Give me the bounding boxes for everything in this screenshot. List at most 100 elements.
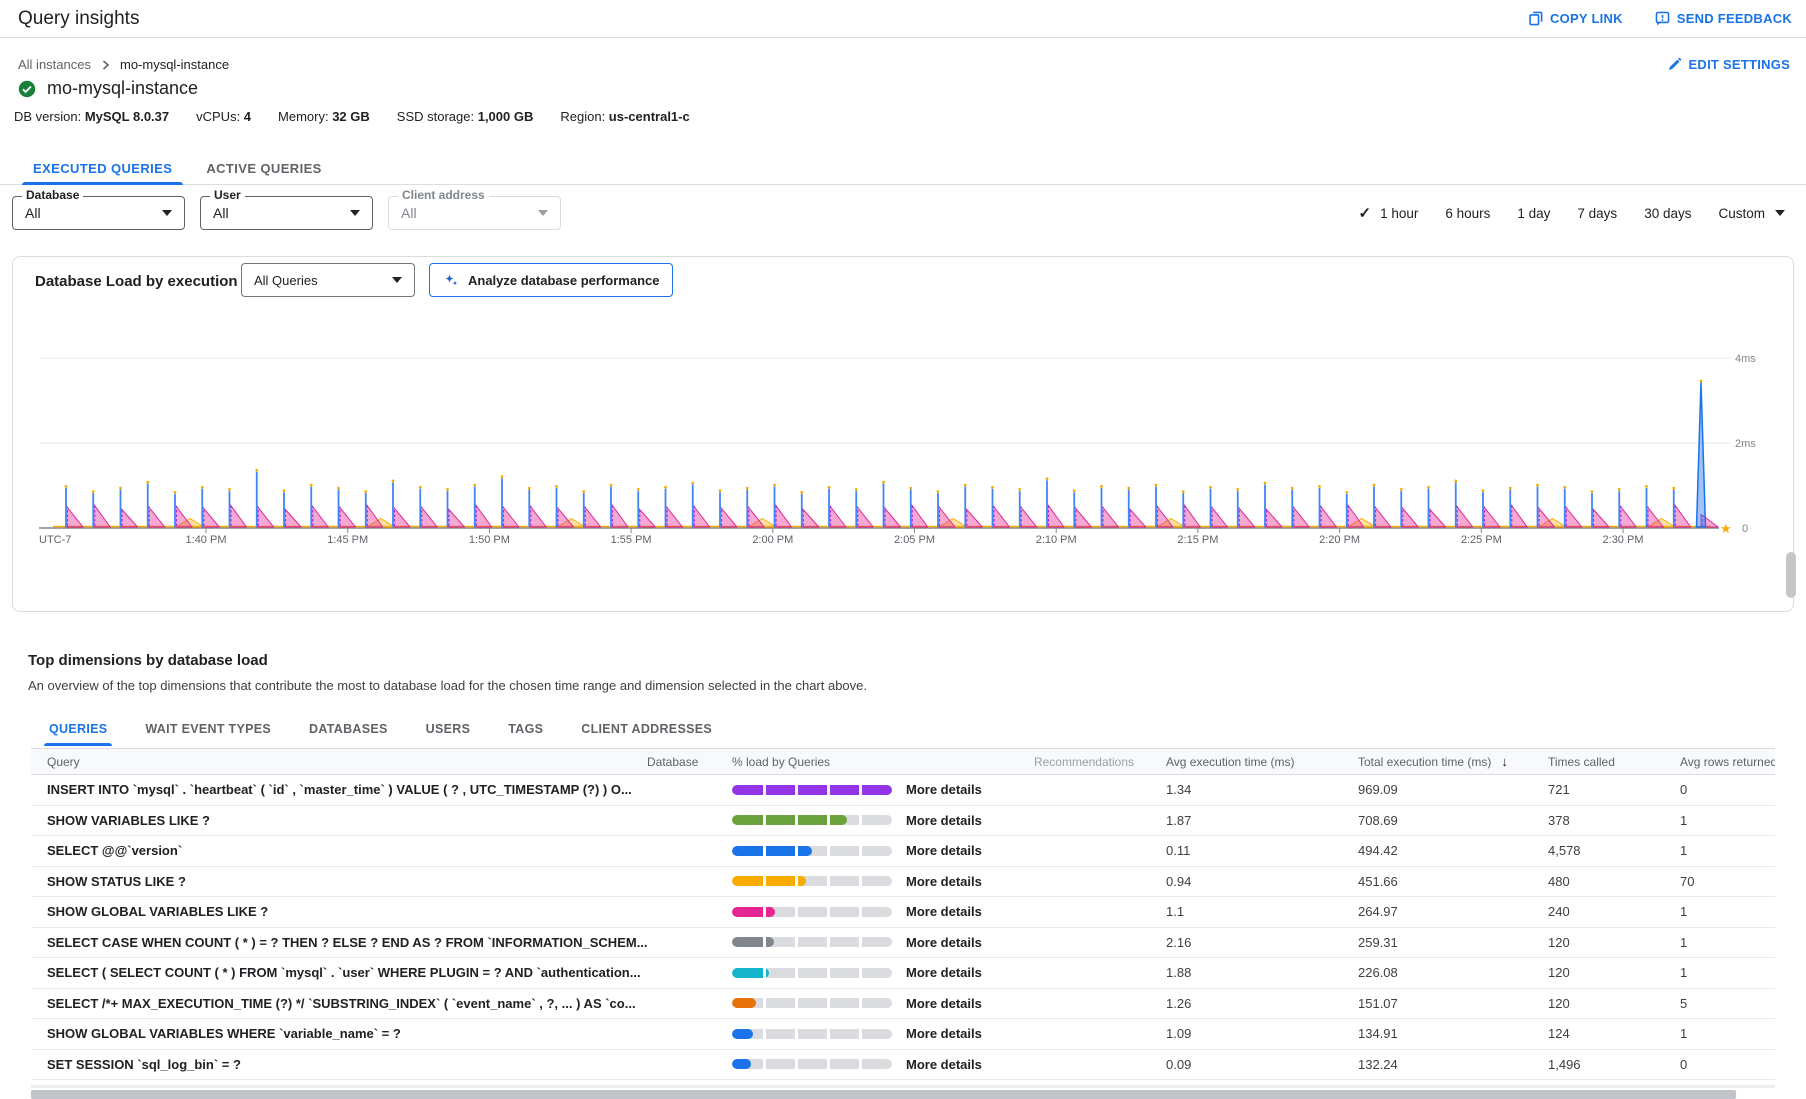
query-cell[interactable]: SELECT /*+ MAX_EXECUTION_TIME (?) */ `SU… [47,996,647,1011]
load-bar-separator [827,846,830,856]
time-range-6-hours[interactable]: 6 hours [1445,206,1490,221]
load-bar-fill [732,1029,753,1039]
load-cell: More details [732,1057,1021,1072]
load-bar-separator [859,1059,862,1069]
avg-execution-time-cell: 0.09 [1134,1057,1358,1072]
legend-scrollbar[interactable] [1786,552,1796,598]
column-header-load-by-queries[interactable]: % load by Queries [732,755,1021,769]
avg-execution-time-cell: 1.34 [1134,782,1358,797]
instance-detail-ssd-storage: SSD storage: 1,000 GB [397,109,534,124]
database-load-chart[interactable]: 4ms2ms0★ [13,257,1793,541]
time-range-label: 1 day [1517,206,1550,221]
more-details-link[interactable]: More details [906,935,982,950]
top-bar: Query insights COPY LINK SEND FEEDBACK [0,0,1806,38]
dimension-tab-databases[interactable]: DATABASES [290,712,407,746]
load-bar [732,846,892,856]
table-row: SELECT @@`version`More details0.11494.42… [31,836,1775,867]
load-bar [732,785,892,795]
query-cell[interactable]: SELECT CASE WHEN COUNT ( * ) = ? THEN ? … [47,935,647,950]
client-address-filter-value: All [401,205,417,221]
time-range-1-hour[interactable]: ✓1 hour [1358,204,1418,222]
dimension-tab-queries[interactable]: QUERIES [30,712,126,746]
column-header-total-execution-time-ms[interactable]: Total execution time (ms)↓ [1358,754,1548,769]
load-cell: More details [732,935,1021,950]
query-cell[interactable]: SHOW GLOBAL VARIABLES LIKE ? [47,904,647,919]
avg-rows-returned-cell: 0 [1680,1057,1775,1072]
horizontal-scrollbar-thumb[interactable] [31,1090,1736,1099]
more-details-link[interactable]: More details [906,904,982,919]
load-cell: More details [732,996,1021,1011]
load-bar-fill [732,937,774,947]
avg-rows-returned-cell: 5 [1680,996,1775,1011]
load-bar-separator [763,785,766,795]
top-dimensions-title: Top dimensions by database load [28,652,268,669]
load-bar-separator [827,876,830,886]
column-header-avg-rows-returned[interactable]: Avg rows returned [1680,755,1775,769]
tab-active-queries[interactable]: ACTIVE QUERIES [189,152,338,184]
column-header-avg-execution-time-ms[interactable]: Avg execution time (ms) [1134,755,1358,769]
user-filter-select[interactable]: User All [200,196,373,230]
copy-link-button[interactable]: COPY LINK [1528,11,1623,26]
load-bar-separator [795,937,798,947]
time-range-label: 7 days [1577,206,1617,221]
table-row: SELECT ( SELECT COUNT ( * ) FROM `mysql`… [31,958,1775,989]
total-execution-time-cell: 264.97 [1358,904,1548,919]
time-range-label: 6 hours [1445,206,1490,221]
breadcrumb-all-instances[interactable]: All instances [18,57,91,72]
client-address-filter-select: Client address All [388,196,561,230]
load-bar-separator [795,1029,798,1039]
column-header-query[interactable]: Query [47,755,647,769]
table-row: INSERT INTO `mysql` . `heartbeat` ( `id`… [31,775,1775,806]
more-details-link[interactable]: More details [906,996,982,1011]
more-details-link[interactable]: More details [906,782,982,797]
load-cell: More details [732,843,1021,858]
load-bar-separator [795,815,798,825]
detail-value: 32 GB [332,109,370,124]
load-bar-fill [732,1059,751,1069]
column-header-database[interactable]: Database [647,755,732,769]
more-details-link[interactable]: More details [906,965,982,980]
more-details-link[interactable]: More details [906,843,982,858]
query-cell[interactable]: SHOW STATUS LIKE ? [47,874,647,889]
query-cell[interactable]: INSERT INTO `mysql` . `heartbeat` ( `id`… [47,782,647,797]
load-bar-separator [763,1029,766,1039]
dimension-tabs: QUERIESWAIT EVENT TYPESDATABASESUSERSTAG… [30,712,731,746]
load-bar-separator [827,907,830,917]
total-execution-time-cell: 969.09 [1358,782,1548,797]
time-range-1-day[interactable]: 1 day [1517,206,1550,221]
tab-executed-queries[interactable]: EXECUTED QUERIES [16,152,189,184]
column-header-label: Database [647,755,698,769]
copy-icon [1528,11,1543,26]
column-header-times-called[interactable]: Times called [1548,755,1680,769]
time-range-30-days[interactable]: 30 days [1644,206,1691,221]
avg-execution-time-cell: 1.87 [1134,813,1358,828]
instance-details: DB version: MySQL 8.0.37vCPUs: 4Memory: … [14,109,690,124]
query-cell[interactable]: SELECT @@`version` [47,843,647,858]
database-filter-select[interactable]: Database All [12,196,185,230]
time-range-7-days[interactable]: 7 days [1577,206,1617,221]
dimension-tab-tags[interactable]: TAGS [489,712,562,746]
dimension-tab-wait-event-types[interactable]: WAIT EVENT TYPES [126,712,290,746]
times-called-cell: 1,496 [1548,1057,1680,1072]
table-row: SHOW VARIABLES LIKE ?More details1.87708… [31,806,1775,837]
chevron-down-icon [1775,210,1785,216]
query-cell[interactable]: SET SESSION `sql_log_bin` = ? [47,1057,647,1072]
dimension-tab-users[interactable]: USERS [407,712,490,746]
load-bar-separator [763,998,766,1008]
query-cell[interactable]: SHOW GLOBAL VARIABLES WHERE `variable_na… [47,1026,647,1041]
more-details-link[interactable]: More details [906,874,982,889]
send-feedback-button[interactable]: SEND FEEDBACK [1655,11,1792,26]
edit-settings-button[interactable]: EDIT SETTINGS [1667,57,1790,72]
time-range-custom[interactable]: Custom [1718,206,1785,221]
more-details-link[interactable]: More details [906,813,982,828]
more-details-link[interactable]: More details [906,1057,982,1072]
more-details-link[interactable]: More details [906,1026,982,1041]
query-cell[interactable]: SHOW VARIABLES LIKE ? [47,813,647,828]
table-row: SET SESSION `sql_log_bin` = ? More detail… [31,1050,1775,1081]
dimension-tab-client-addresses[interactable]: CLIENT ADDRESSES [562,712,731,746]
avg-execution-time-cell: 2.16 [1134,935,1358,950]
query-cell[interactable]: SELECT ( SELECT COUNT ( * ) FROM `mysql`… [47,965,647,980]
load-bar-separator [763,1059,766,1069]
load-bar-separator [763,937,766,947]
topbar-actions: COPY LINK SEND FEEDBACK [1528,11,1792,26]
